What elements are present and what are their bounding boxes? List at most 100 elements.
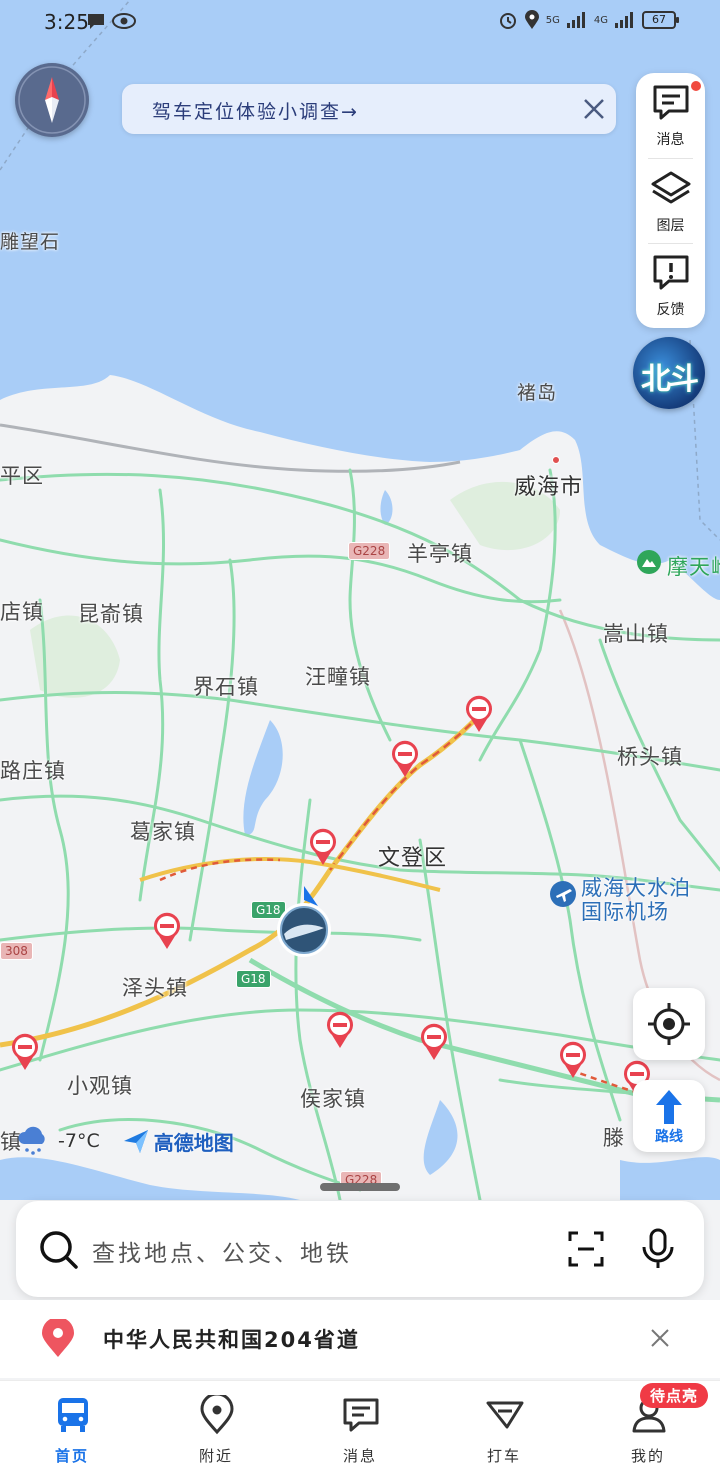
place-diaowangshi[interactable]: 雕望石 [0,227,60,254]
message-icon [653,85,689,120]
signal-5g-label: 5G [545,14,560,26]
search-icon [40,1231,78,1269]
scenic-marker-icon[interactable] [636,549,662,577]
weather-temperature: -7°C [58,1130,100,1152]
bottom-tab-bar: 首页 附近 消息 打车 我的 [0,1380,720,1470]
recent-place-name[interactable]: 中华人民共和国204省道 [103,1324,360,1354]
beidou-label: 北斗 [641,362,699,397]
place-kunyu[interactable]: 昆嵛镇 [78,598,144,628]
tab-profile-label: 我的 [630,1447,665,1465]
map-canvas[interactable]: 雕望石 平区 褚岛 威海市 羊亭镇 摩天岭 店镇 昆嵛镇 嵩山镇 界石镇 汪疃镇… [0,0,720,1200]
place-dian[interactable]: 店镇 [0,596,44,626]
survey-banner[interactable]: 驾车定位体验小调查→ [122,84,616,134]
message-label: 消息 [656,132,685,148]
tab-messages-label: 消息 [342,1447,377,1465]
amap-logo: 高德地图 [122,1127,234,1156]
survey-banner-text[interactable]: 驾车定位体验小调查→ [152,97,359,124]
locate-me-button[interactable] [633,988,705,1060]
profile-badge[interactable]: 待点亮 [640,1383,709,1408]
place-shanshan[interactable]: 嵩山镇 [603,618,669,648]
place-weihai[interactable]: 威海市 [514,469,583,501]
status-bar: 3:25 5G 4G 67 [0,0,720,44]
layers-button[interactable]: 图层 [636,159,705,243]
tab-home[interactable]: 首页 [0,1381,144,1470]
traffic-control-icon[interactable] [308,828,338,866]
place-gejia[interactable]: 葛家镇 [130,816,196,846]
place-airport-line2[interactable]: 国际机场 [581,896,669,926]
place-teng[interactable]: 滕 [603,1122,625,1152]
signal-bars-icon [566,12,585,28]
tab-nearby-label: 附近 [198,1447,233,1465]
place-ping-qu[interactable]: 平区 [0,460,44,490]
feedback-button[interactable]: 反馈 [636,243,705,327]
eye-icon [112,13,136,29]
bus-icon [58,1398,88,1432]
road-shield-g18: G18 [236,970,271,988]
place-qiaotou[interactable]: 桥头镇 [617,741,683,771]
compass-button[interactable] [15,63,89,137]
sheet-drag-handle[interactable] [320,1183,400,1191]
layers-label: 图层 [656,218,685,234]
place-yangting[interactable]: 羊亭镇 [407,538,473,568]
taxi-icon [486,1401,524,1429]
place-wangtuan[interactable]: 汪疃镇 [305,661,371,691]
close-icon[interactable] [649,1327,671,1349]
traffic-control-icon[interactable] [325,1011,355,1049]
place-houjia[interactable]: 侯家镇 [300,1083,366,1113]
route-label: 路线 [655,1129,683,1145]
traffic-control-icon[interactable] [10,1033,40,1071]
layers-icon [651,171,691,204]
crosshair-icon [648,1003,690,1045]
unread-dot [691,81,701,91]
traffic-control-icon[interactable] [152,912,182,950]
place-zetou[interactable]: 泽头镇 [122,972,188,1002]
tab-messages[interactable]: 消息 [288,1381,432,1470]
location-status-icon [524,10,539,29]
alarm-icon [499,13,516,29]
compass-icon [18,66,86,134]
traffic-control-icon[interactable] [419,1023,449,1061]
tab-nearby[interactable]: 附近 [144,1381,288,1470]
microphone-icon[interactable] [638,1227,678,1271]
tab-home-label: 首页 [54,1447,89,1465]
tab-taxi[interactable]: 打车 [432,1381,576,1470]
place-xiaoguan[interactable]: 小观镇 [67,1070,133,1100]
status-time: 3:25 [44,10,89,34]
place-luzhuang[interactable]: 路庄镇 [0,755,66,785]
road-shield-308: 308 [0,942,33,960]
place-jieshi[interactable]: 界石镇 [193,671,259,701]
amap-logo-text: 高德地图 [153,1130,234,1155]
recent-place-row[interactable]: 中华人民共和国204省道 [0,1300,720,1378]
feedback-label: 反馈 [656,302,685,318]
signal-bars-icon [615,12,633,28]
search-box[interactable]: 查找地点、公交、地铁 [16,1201,704,1297]
map-tools-panel: 消息 图层 反馈 [636,73,705,328]
battery-indicator: 67 [642,11,679,29]
place-motian[interactable]: 摩天岭 [667,551,720,581]
tab-taxi-label: 打车 [486,1447,521,1465]
route-button[interactable]: 路线 [633,1080,705,1152]
message-button[interactable]: 消息 [636,73,705,157]
weather-widget[interactable]: -7°C 高德地图 [16,1126,234,1156]
city-marker [552,456,560,464]
route-arrow-icon [656,1090,682,1124]
beidou-button[interactable]: 北斗 [633,337,705,409]
location-pin-icon [200,1395,234,1435]
amap-logo-icon [123,1130,148,1153]
airport-icon[interactable] [549,880,577,908]
search-input[interactable]: 查找地点、公交、地铁 [92,1234,352,1268]
traffic-control-icon[interactable] [558,1041,588,1079]
place-chudao[interactable]: 褚岛 [517,378,557,405]
feedback-icon [653,255,689,290]
road-shield-g228: G228 [348,542,391,560]
chat-notification-icon [88,14,104,29]
location-pin-icon [42,1319,74,1357]
scan-icon[interactable] [566,1229,606,1269]
close-icon[interactable] [580,95,608,123]
place-wendeng[interactable]: 文登区 [378,840,447,872]
traffic-control-icon[interactable] [464,695,494,733]
traffic-control-icon[interactable] [390,740,420,778]
signal-4g-label: 4G [593,14,608,26]
current-location-marker[interactable] [274,884,334,960]
snow-cloud-icon [18,1126,45,1155]
